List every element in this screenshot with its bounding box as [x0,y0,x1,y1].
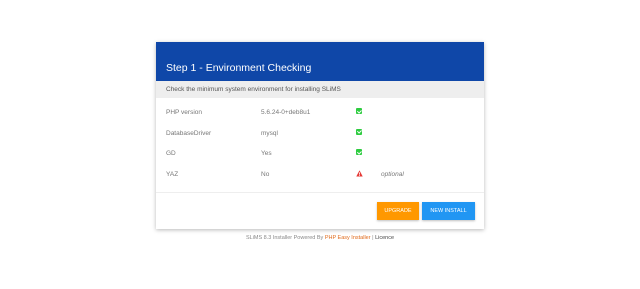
installer-link[interactable]: PHP Easy Installer [325,235,371,241]
requirement-row-database: DatabaseDriver mysql [156,126,484,147]
divider [156,192,484,193]
licence-link[interactable]: Licence [375,235,394,241]
requirement-note: optional [381,170,404,178]
requirement-value: No [261,170,270,178]
page-title: Step 1 - Environment Checking [166,62,312,74]
requirement-name: GD [166,150,176,157]
requirement-name: PHP version [166,109,203,116]
requirement-name: DatabaseDriver [166,129,212,137]
requirements-table: PHP version 5.6.24-0+deb8u1 DatabaseDriv… [156,105,484,187]
card-header: Step 1 - Environment Checking [156,42,484,81]
check-icon [356,149,362,157]
requirement-row-php: PHP version 5.6.24-0+deb8u1 [156,105,484,126]
card-subtitle: Check the minimum system environment for… [156,81,484,98]
requirement-name: YAZ [166,170,179,178]
footer-separator: | [372,235,374,241]
new-install-button[interactable]: NEW INSTALL [422,202,475,220]
check-icon [356,128,362,137]
requirement-value: Yes [261,150,272,157]
warning-icon [356,169,363,177]
footer-text: SLiMS 8.3 Installer Powered By [245,235,324,241]
requirement-row-yaz: YAZ No optional [156,167,484,188]
requirement-row-gd: GD Yes [156,146,484,167]
requirement-value: 5.6.24-0+deb8u1 [261,109,311,116]
installer-card: Step 1 - Environment Checking Check the … [156,42,484,229]
requirement-value: mysql [261,129,278,137]
check-icon [356,108,362,116]
upgrade-button[interactable]: UPGRADE [377,202,419,220]
footer: SLiMS 8.3 Installer Powered By PHP Easy … [0,235,640,241]
